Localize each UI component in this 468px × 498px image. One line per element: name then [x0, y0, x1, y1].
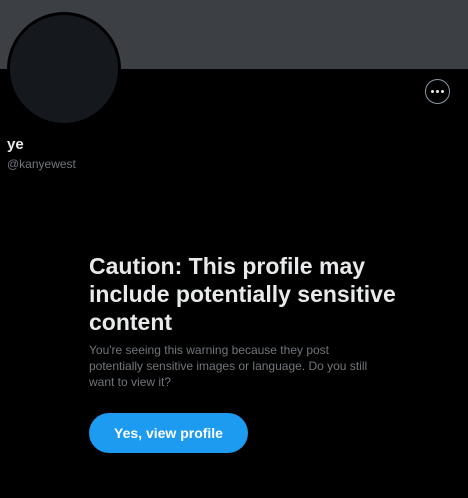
view-profile-button[interactable]: Yes, view profile [89, 413, 248, 453]
warning-description: You're seeing this warning because they … [89, 343, 368, 389]
avatar[interactable] [7, 12, 121, 126]
warning-title: Caution: This profile may include potent… [89, 253, 396, 335]
more-horizontal-icon-dot [436, 90, 439, 93]
more-horizontal-icon [431, 90, 434, 93]
sensitive-content-warning: Caution: This profile may include potent… [89, 252, 409, 390]
more-options-button[interactable] [425, 79, 450, 104]
more-horizontal-icon-dot [441, 90, 444, 93]
user-handle: @kanyewest [7, 157, 76, 171]
display-name: ye [7, 136, 24, 153]
